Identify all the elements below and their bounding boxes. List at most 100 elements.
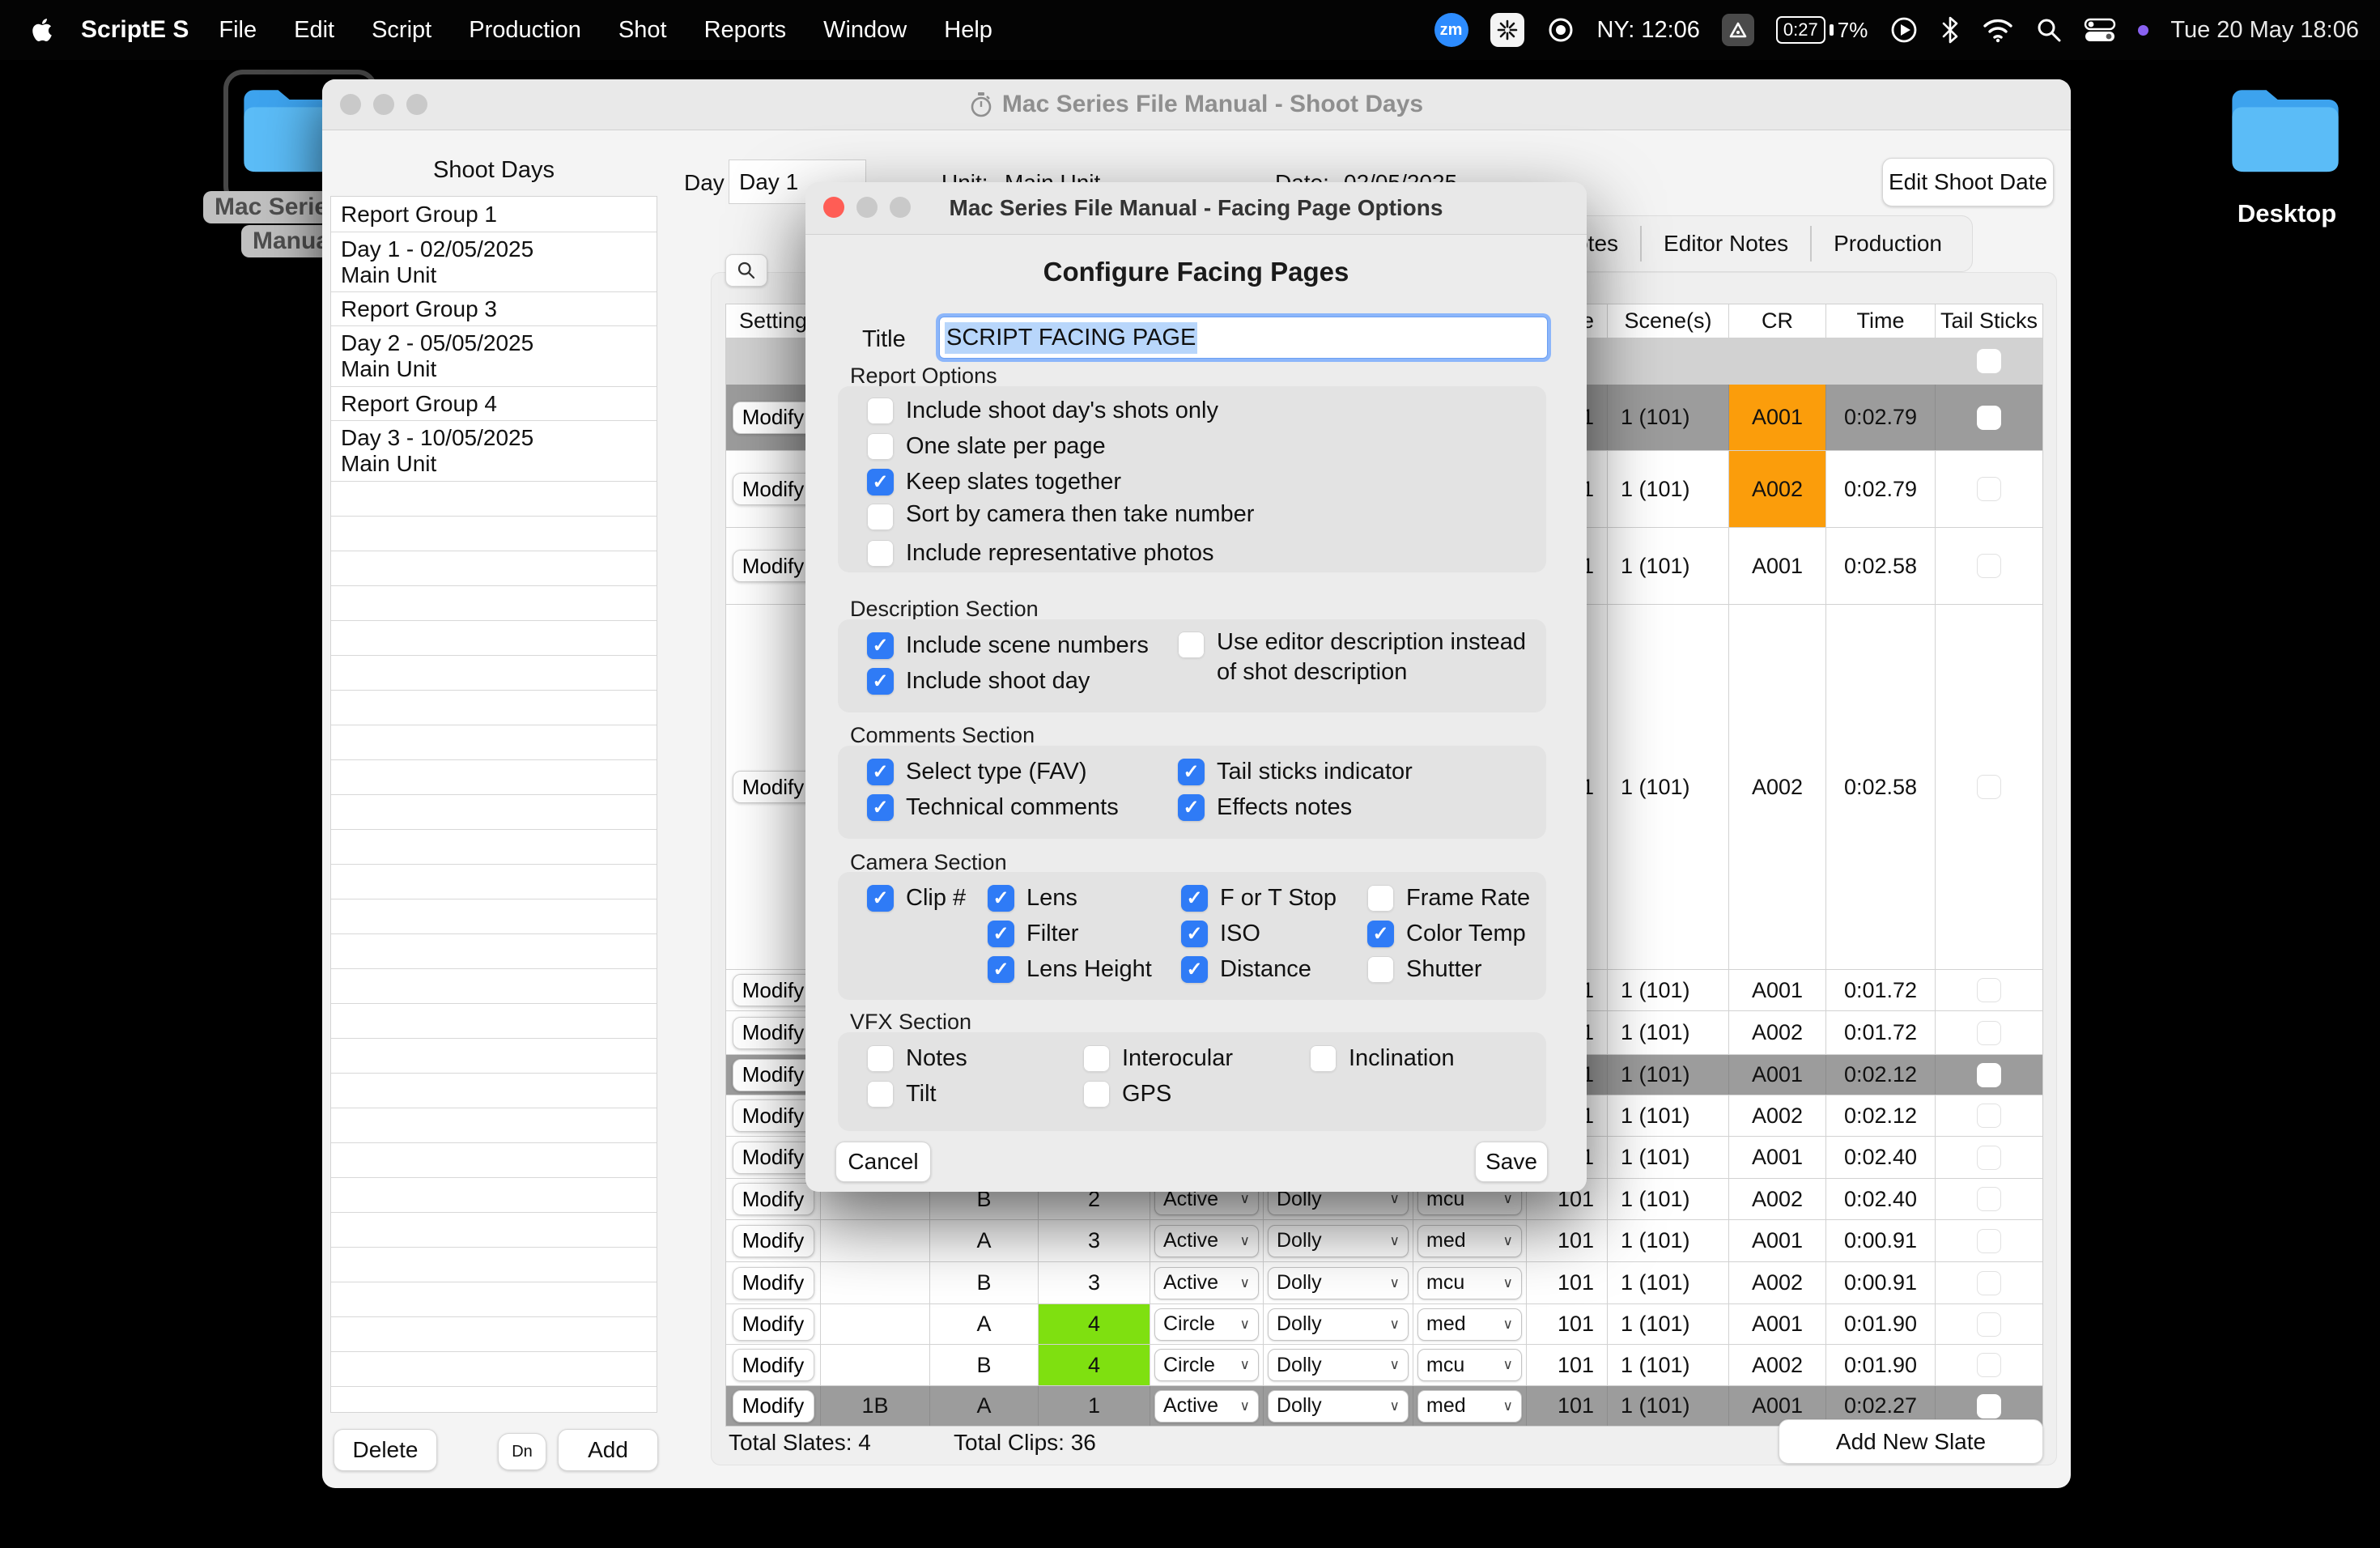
add-button[interactable]: Add: [558, 1429, 658, 1471]
delete-button[interactable]: Delete: [334, 1429, 437, 1471]
menu-item-reports[interactable]: Reports: [686, 17, 805, 44]
tail-sticks-checkbox[interactable]: [1977, 1353, 2001, 1377]
checkbox-unchecked[interactable]: ✓: [1178, 632, 1205, 658]
checkbox-checked[interactable]: ✓: [1181, 920, 1208, 947]
size-select[interactable]: med ∨: [1417, 1308, 1522, 1341]
movement-select[interactable]: Dolly ∨: [1268, 1389, 1409, 1423]
table-row[interactable]: Modify A 4 Circle ∨ Dolly ∨ med ∨ 101 1 (101) A001 0…: [726, 1303, 2042, 1344]
checkbox-option[interactable]: ✓ Color Temp: [1367, 916, 1537, 951]
checkbox-checked[interactable]: ✓: [867, 667, 894, 695]
tail-sticks-checkbox[interactable]: [1977, 1145, 2001, 1170]
zoom-button[interactable]: [406, 94, 427, 115]
size-select[interactable]: mcu ∨: [1417, 1349, 1522, 1381]
checkbox-option[interactable]: ✓ Tail sticks indicator: [1178, 754, 1546, 789]
checkbox-option[interactable]: ✓ Shutter: [1367, 951, 1537, 987]
checkbox-option[interactable]: ✓ GPS: [1083, 1076, 1302, 1112]
tail-sticks-checkbox[interactable]: [1977, 1187, 2001, 1211]
menu-item-script[interactable]: Script: [353, 17, 450, 44]
desktop-folder-icon[interactable]: [2225, 79, 2346, 181]
checkbox-option[interactable]: ✓ ISO: [1181, 916, 1363, 951]
checkbox-checked[interactable]: ✓: [1367, 920, 1394, 947]
status-select[interactable]: Circle ∨: [1154, 1308, 1259, 1341]
menu-item-window[interactable]: Window: [805, 17, 925, 44]
triangle-app-icon[interactable]: [1721, 14, 1754, 46]
status-ny-time[interactable]: NY: 12:06: [1597, 17, 1700, 44]
dialog-close-button[interactable]: [823, 197, 844, 218]
checkbox-option[interactable]: ✓ Sort by camera then take number: [867, 500, 1515, 535]
checkbox-unchecked[interactable]: ✓: [1083, 1044, 1110, 1072]
tail-sticks-checkbox[interactable]: [1977, 405, 2001, 430]
zoom-app-icon[interactable]: zm: [1434, 13, 1468, 47]
checkbox-checked[interactable]: ✓: [867, 884, 894, 912]
sidebar-item[interactable]: Report Group 4: [331, 387, 657, 421]
sidebar-item[interactable]: Report Group 1: [331, 197, 657, 232]
apple-menu-icon[interactable]: [31, 17, 53, 43]
checkbox-option[interactable]: ✓ Include shoot day's shots only: [867, 393, 1515, 428]
checkbox-option[interactable]: ✓ Notes: [867, 1040, 1069, 1076]
control-center-icon[interactable]: [2084, 17, 2116, 43]
modify-button[interactable]: Modify: [732, 1308, 814, 1341]
dialog-zoom-button[interactable]: [890, 197, 911, 218]
checkbox-option[interactable]: ✓ One slate per page: [867, 428, 1515, 464]
checkbox-option[interactable]: ✓ Filter: [988, 916, 1174, 951]
checkbox-unchecked[interactable]: ✓: [1310, 1044, 1337, 1072]
checkbox-checked[interactable]: ✓: [867, 758, 894, 785]
tail-sticks-checkbox[interactable]: [1977, 978, 2001, 1002]
checkbox-option[interactable]: ✓ Distance: [1181, 951, 1363, 987]
checkbox-option[interactable]: ✓ Include scene numbers: [867, 627, 1158, 663]
checkbox-option[interactable]: ✓ Inclination: [1310, 1040, 1536, 1076]
menu-clock[interactable]: Tue 20 May 18:06: [2170, 17, 2359, 44]
tail-sticks-checkbox[interactable]: [1977, 1020, 2001, 1045]
edit-shoot-date-button[interactable]: Edit Shoot Date: [1882, 158, 2054, 206]
checkbox-unchecked[interactable]: ✓: [867, 397, 894, 424]
checkbox-option[interactable]: ✓ Select type (FAV): [867, 754, 1158, 789]
tail-sticks-checkbox[interactable]: [1977, 1062, 2001, 1087]
checkbox-unchecked[interactable]: ✓: [867, 432, 894, 460]
status-select[interactable]: Circle ∨: [1154, 1349, 1259, 1381]
checkbox-unchecked[interactable]: ✓: [1367, 955, 1394, 983]
checkbox-option[interactable]: ✓ Clip #: [867, 880, 980, 916]
tail-sticks-checkbox[interactable]: [1977, 477, 2001, 501]
size-select[interactable]: mcu ∨: [1417, 1266, 1522, 1299]
checkbox-option[interactable]: ✓ Use editor description instead of shot …: [1178, 627, 1546, 687]
modify-button[interactable]: Modify: [732, 1224, 814, 1257]
checkbox-checked[interactable]: ✓: [867, 793, 894, 821]
burst-app-icon[interactable]: [1490, 13, 1524, 47]
search-button[interactable]: [725, 254, 767, 287]
add-new-slate-button[interactable]: Add New Slate: [1779, 1419, 2043, 1464]
dn-button[interactable]: Dn: [498, 1433, 546, 1470]
checkbox-checked[interactable]: ✓: [988, 884, 1014, 912]
tab-editor-notes[interactable]: Editor Notes: [1640, 226, 1810, 262]
checkbox-unchecked[interactable]: ✓: [1367, 884, 1394, 912]
menu-item-production[interactable]: Production: [450, 17, 600, 44]
status-select[interactable]: Active ∨: [1154, 1224, 1259, 1257]
table-row[interactable]: Modify B 4 Circle ∨ Dolly ∨ mcu ∨ 101 1 (101) A002 0…: [726, 1344, 2042, 1385]
table-row[interactable]: Modify B 3 Active ∨ Dolly ∨ mcu ∨ 101 1 (101) A002 0…: [726, 1261, 2042, 1303]
sidebar-item[interactable]: Day 2 - 05/05/2025 Main Unit: [331, 326, 657, 387]
menu-item-edit[interactable]: Edit: [275, 17, 353, 44]
modify-button[interactable]: Modify: [732, 473, 814, 505]
checkbox-unchecked[interactable]: ✓: [867, 539, 894, 567]
tail-sticks-checkbox[interactable]: [1977, 775, 2001, 799]
record-icon[interactable]: [1546, 15, 1575, 45]
checkbox-option[interactable]: ✓ Lens Height: [988, 951, 1174, 987]
checkbox-option[interactable]: ✓ Effects notes: [1178, 789, 1546, 825]
modify-button[interactable]: Modify: [732, 1183, 814, 1215]
tail-sticks-checkbox[interactable]: [1977, 1393, 2001, 1418]
checkbox-checked[interactable]: ✓: [867, 468, 894, 495]
checkbox-option[interactable]: ✓ Interocular: [1083, 1040, 1302, 1076]
checkbox-checked[interactable]: ✓: [867, 632, 894, 659]
modify-button[interactable]: Modify: [732, 1099, 814, 1132]
checkbox-option[interactable]: ✓ Keep slates together: [867, 464, 1515, 500]
battery-indicator[interactable]: 0:27 7%: [1775, 16, 1868, 44]
save-button[interactable]: Save: [1475, 1142, 1548, 1182]
checkbox-option[interactable]: ✓ Include shoot day: [867, 663, 1158, 699]
checkbox-option[interactable]: ✓ Frame Rate: [1367, 880, 1537, 916]
checkbox-option[interactable]: ✓ Tilt: [867, 1076, 1069, 1112]
checkbox-option[interactable]: ✓ Lens: [988, 880, 1174, 916]
menu-app-name[interactable]: ScriptE S: [81, 16, 189, 44]
movement-select[interactable]: Dolly ∨: [1268, 1349, 1409, 1381]
sidebar-item[interactable]: Day 1 - 02/05/2025 Main Unit: [331, 232, 657, 292]
tail-sticks-checkbox[interactable]: [1977, 349, 2001, 373]
checkbox-unchecked[interactable]: ✓: [867, 1044, 894, 1072]
